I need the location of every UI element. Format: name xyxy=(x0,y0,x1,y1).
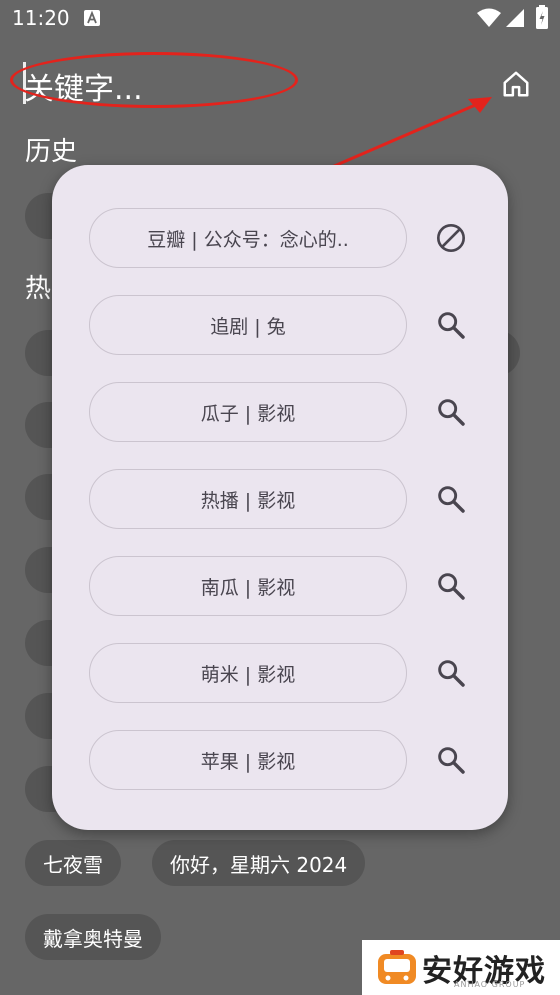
source-button[interactable]: 萌米 | 影视 xyxy=(89,643,407,703)
status-bar: 11:20 xyxy=(0,0,560,40)
search-icon[interactable] xyxy=(433,568,469,604)
home-button[interactable] xyxy=(496,64,536,104)
source-button[interactable]: 豆瓣 | 公众号：念心的.. xyxy=(89,208,407,268)
hot-chip[interactable]: 你好，星期六 2024 xyxy=(152,840,366,886)
annotation-ellipse xyxy=(10,52,298,108)
search-icon[interactable] xyxy=(433,481,469,517)
status-time: 11:20 xyxy=(12,6,70,30)
hot-chip[interactable]: 戴拿奥特曼 xyxy=(25,914,161,960)
source-button[interactable]: 南瓜 | 影视 xyxy=(89,556,407,616)
hot-chip[interactable]: 七夜雪 xyxy=(25,840,121,886)
gamepad-logo-icon xyxy=(378,950,416,984)
history-title: 历史 xyxy=(25,137,78,167)
source-button[interactable]: 瓜子 | 影视 xyxy=(89,382,407,442)
source-popup: 豆瓣 | 公众号：念心的.. 追剧 | 兔 瓜子 | 影视 热播 | 影视 南瓜… xyxy=(52,165,508,830)
search-icon[interactable] xyxy=(433,394,469,430)
source-row: 南瓜 | 影视 xyxy=(89,556,469,618)
search-icon[interactable] xyxy=(433,742,469,778)
wifi-icon xyxy=(477,8,501,27)
source-row: 瓜子 | 影视 xyxy=(89,382,469,444)
battery-icon xyxy=(536,5,548,29)
search-icon[interactable] xyxy=(433,307,469,343)
source-button[interactable]: 热播 | 影视 xyxy=(89,469,407,529)
watermark-subtext: ANHAO GROUP xyxy=(454,980,526,989)
source-row: 萌米 | 影视 xyxy=(89,643,469,705)
watermark-logo: 安好游戏 ANHAO GROUP xyxy=(362,940,560,995)
source-row: 苹果 | 影视 xyxy=(89,730,469,792)
source-row: 热播 | 影视 xyxy=(89,469,469,531)
search-icon[interactable] xyxy=(433,655,469,691)
notification-icon xyxy=(84,10,100,26)
signal-icon xyxy=(506,9,524,27)
source-button[interactable]: 追剧 | 兔 xyxy=(89,295,407,355)
annotation-arrow xyxy=(331,97,492,169)
source-row: 追剧 | 兔 xyxy=(89,295,469,357)
home-icon xyxy=(503,71,529,97)
source-row: 豆瓣 | 公众号：念心的.. xyxy=(89,208,469,270)
source-button[interactable]: 苹果 | 影视 xyxy=(89,730,407,790)
hot-title: 热 xyxy=(25,274,52,304)
block-icon[interactable] xyxy=(433,220,469,256)
